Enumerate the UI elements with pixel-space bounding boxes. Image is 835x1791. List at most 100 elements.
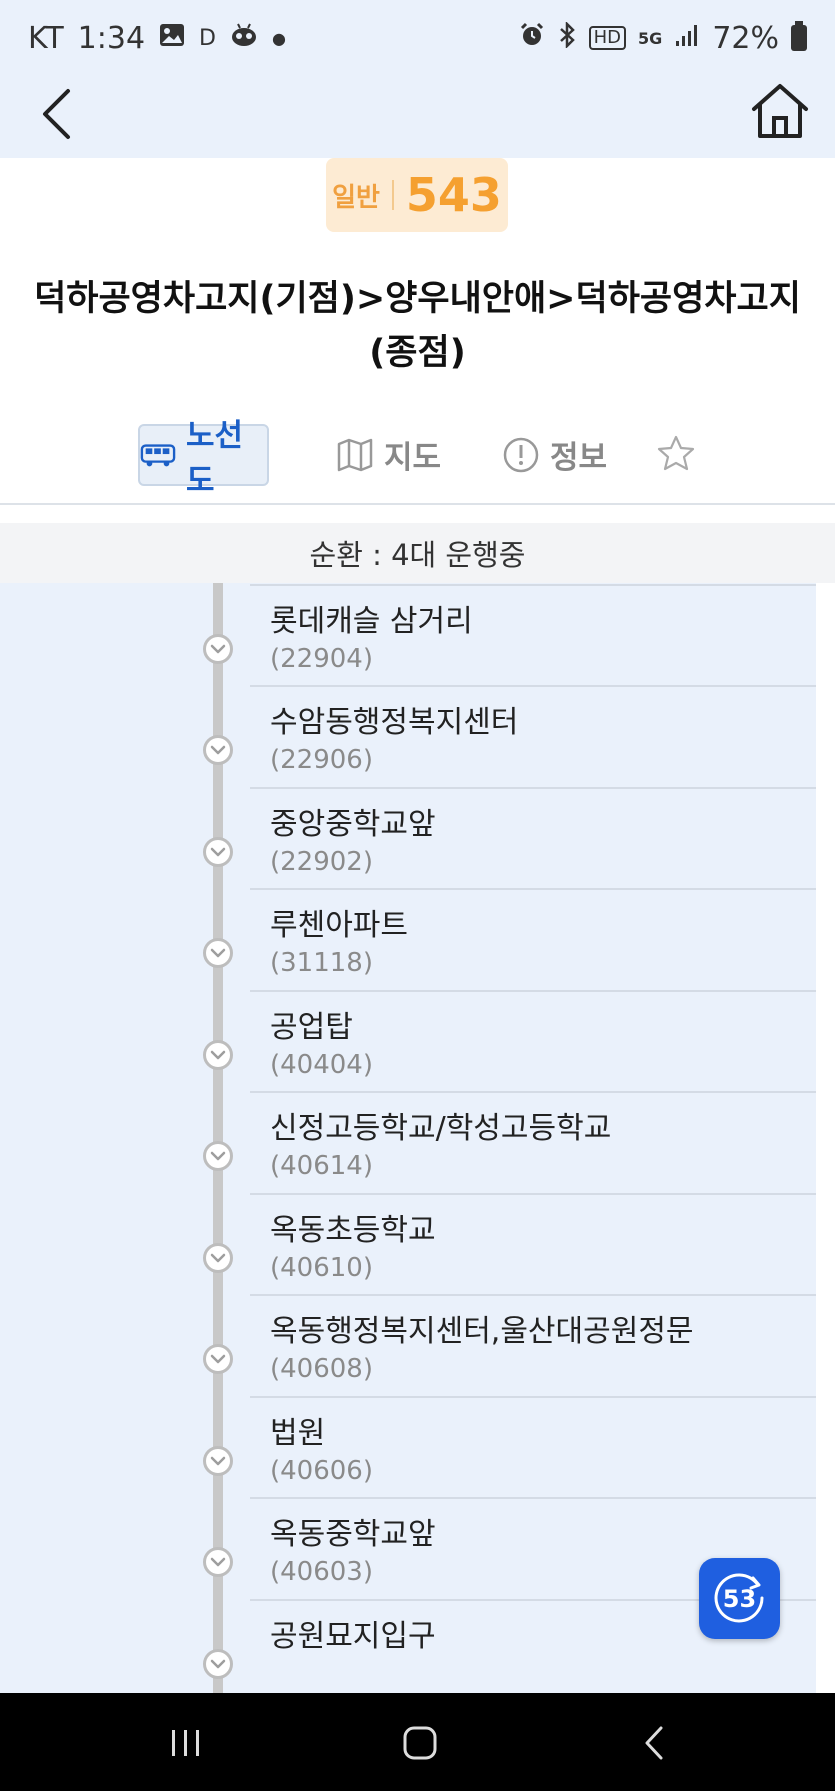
tab-route-map[interactable]: 노선도	[138, 418, 269, 499]
route-number: 543	[405, 168, 502, 222]
stop-name: 공업탑	[270, 1009, 353, 1045]
route-title: 덕하공영차고지(기점)>양우내안애>덕하공영차고지(종점)	[34, 279, 801, 373]
stop-name: 중앙중학교앞	[270, 806, 436, 842]
chevron-down-icon[interactable]	[203, 938, 233, 968]
bot-icon	[230, 23, 258, 53]
info-alert-icon	[503, 437, 539, 472]
chevron-down-icon[interactable]	[203, 1547, 233, 1577]
tab-info[interactable]: 정보	[502, 432, 607, 477]
badge-divider	[391, 180, 394, 210]
stop-id: (40608)	[270, 1354, 373, 1384]
route-badge: 일반 543	[326, 158, 508, 232]
refresh-button[interactable]: 53	[699, 1558, 780, 1639]
stop-id: (40610)	[270, 1252, 373, 1283]
stop-name: 롯데캐슬 삼거리	[270, 603, 473, 639]
tab-map[interactable]: 지도	[336, 432, 441, 477]
status-bar: KT 1:34 D ● HD 5G 72%	[0, 0, 835, 76]
chevron-down-icon[interactable]	[203, 633, 233, 664]
tab-bar: 노선도 지도 정보	[0, 418, 835, 510]
chevron-down-icon[interactable]	[203, 1344, 233, 1374]
stop-list[interactable]: (23807)롯데캐슬 삼거리(22904)수암동행정복지센터(22906)중앙…	[0, 583, 835, 1693]
chevron-down-icon[interactable]	[203, 1648, 233, 1679]
carrier-label: KT	[28, 20, 64, 56]
gallery-icon	[159, 23, 185, 53]
stop-separator	[250, 888, 816, 890]
stop-separator	[250, 989, 816, 992]
refresh-count: 53	[722, 1584, 757, 1613]
tab-route-map-label: 노선도	[185, 418, 244, 499]
stop-row[interactable]: 루첸아파트 (31118)	[0, 888, 835, 990]
stop-id: (22906)	[270, 745, 373, 775]
stop-separator	[250, 786, 816, 789]
stop-row[interactable]: 공업탑 (40404)	[0, 989, 835, 1092]
stop-separator	[250, 1192, 816, 1195]
hd-icon: HD	[588, 26, 627, 50]
d-indicator: D	[199, 25, 216, 51]
tab-divider	[0, 503, 835, 505]
stop-separator	[250, 1395, 816, 1398]
back-nav-icon	[645, 1726, 663, 1760]
home-button[interactable]	[747, 78, 813, 144]
stop-row[interactable]: 중앙중학교앞 (22902)	[0, 786, 835, 889]
stop-name: 공원묘지입구	[270, 1618, 436, 1654]
stop-row[interactable]: 법원 (40606)	[0, 1395, 835, 1498]
recent-apps-button[interactable]	[156, 1715, 216, 1771]
stop-row[interactable]: 옥동행정복지센터,울산대공원정문 (40608)	[0, 1294, 835, 1396]
stop-name: 루첸아파트	[270, 908, 408, 943]
network-5g-icon: 5G	[638, 28, 663, 48]
tab-map-label: 지도	[384, 440, 442, 476]
stop-name: 옥동행정복지센터,울산대공원정문	[270, 1314, 694, 1349]
stop-name: 신정고등학교/학성고등학교	[270, 1111, 612, 1146]
stop-id: (22904)	[270, 643, 373, 674]
stop-row[interactable]: 롯데캐슬 삼거리 (22904)	[0, 583, 835, 686]
map-icon	[337, 438, 373, 471]
home-nav-button[interactable]	[390, 1715, 450, 1771]
favorite-button[interactable]	[656, 434, 696, 472]
bluetooth-icon	[557, 20, 577, 54]
battery-icon	[791, 21, 807, 51]
recent-apps-icon	[172, 1730, 199, 1756]
stop-name: 수암동행정복지센터	[270, 705, 519, 740]
stop-name: 옥동초등학교	[270, 1212, 436, 1248]
stop-row[interactable]: 수암동행정복지센터 (22906)	[0, 685, 835, 787]
status-right: HD 5G 72%	[519, 21, 807, 56]
chevron-down-icon[interactable]	[203, 1141, 233, 1171]
chevron-down-icon[interactable]	[203, 735, 233, 765]
stop-name: 옥동중학교앞	[270, 1517, 436, 1552]
stop-id: (40606)	[270, 1455, 373, 1486]
stop-id: (22902)	[270, 846, 373, 877]
back-button[interactable]	[32, 84, 82, 144]
app-header	[0, 76, 835, 158]
system-nav-bar	[0, 1693, 835, 1791]
stop-id: (40614)	[270, 1151, 373, 1181]
stop-separator	[250, 685, 816, 687]
operation-status: 순환 : 4대 운행중	[0, 523, 835, 583]
clock: 1:34	[77, 20, 146, 56]
chevron-left-icon	[43, 89, 70, 139]
star-icon	[657, 435, 695, 471]
battery-percent: 72%	[712, 20, 779, 56]
status-left: KT 1:34 D ●	[28, 21, 286, 56]
stop-name: 법원	[270, 1415, 326, 1451]
home-icon	[752, 84, 808, 138]
home-nav-icon	[403, 1726, 437, 1760]
chevron-down-icon[interactable]	[203, 1039, 233, 1070]
stop-id: (40603)	[270, 1557, 373, 1587]
bus-icon	[140, 444, 176, 467]
chevron-down-icon[interactable]	[203, 1242, 233, 1273]
chevron-down-icon[interactable]	[203, 1445, 233, 1476]
chevron-down-icon[interactable]	[203, 836, 233, 867]
stop-separator	[250, 1091, 816, 1093]
stop-id: (31118)	[270, 948, 373, 978]
stops-container: (23807)롯데캐슬 삼거리(22904)수암동행정복지센터(22906)중앙…	[0, 583, 835, 1693]
stop-separator	[250, 583, 816, 586]
stop-separator	[250, 1294, 816, 1296]
alarm-icon	[519, 22, 545, 54]
back-nav-button[interactable]	[624, 1715, 684, 1771]
dot-icon: ●	[272, 28, 286, 48]
stop-row[interactable]: 신정고등학교/학성고등학교 (40614)	[0, 1091, 835, 1193]
tab-info-label: 정보	[550, 440, 608, 476]
stop-separator	[250, 1497, 816, 1499]
stop-row[interactable]: 옥동초등학교 (40610)	[0, 1192, 835, 1295]
route-type-label: 일반	[332, 182, 380, 213]
